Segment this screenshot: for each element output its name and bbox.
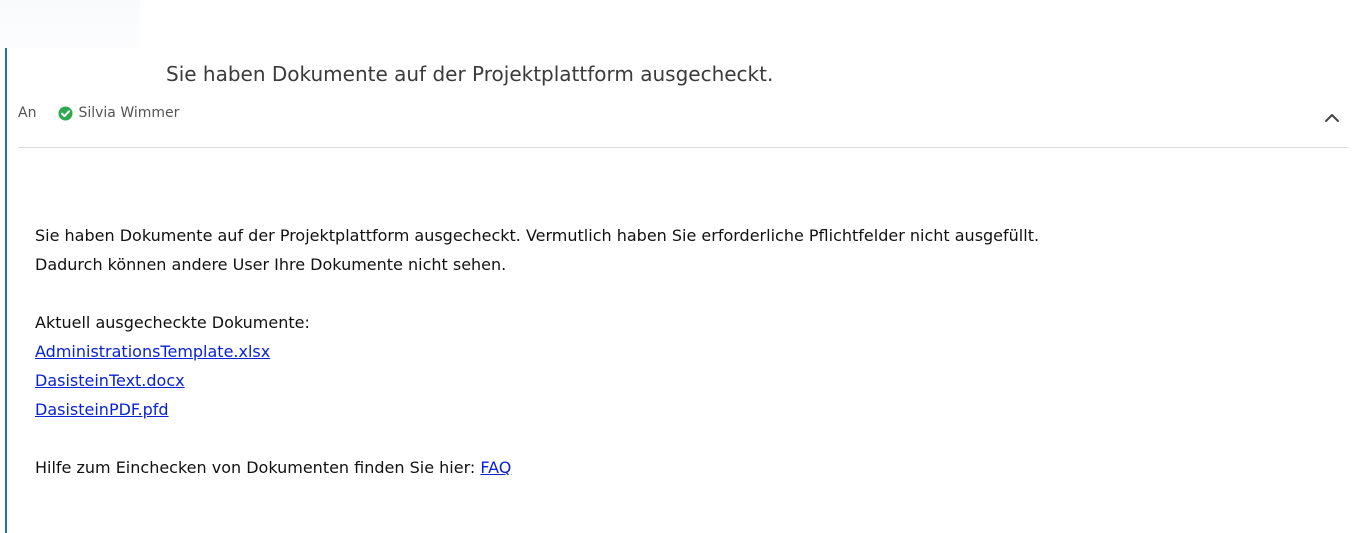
help-text: Hilfe zum Einchecken von Dokumenten find… <box>35 458 481 477</box>
faint-logo <box>0 0 140 48</box>
recipient-row: An Silvia Wimmer <box>18 104 179 122</box>
recipient-name[interactable]: Silvia Wimmer <box>78 105 179 121</box>
to-label: An <box>18 105 37 121</box>
reading-pane: Sie haben Dokumente auf der Projektplatt… <box>0 48 1358 533</box>
document-list-item: DasisteinText.docx <box>35 366 1325 395</box>
top-strip <box>0 0 1358 48</box>
check-circle-icon <box>58 106 73 121</box>
document-link[interactable]: DasisteinPDF.pfd <box>35 400 169 419</box>
selection-border <box>5 48 7 533</box>
faq-link[interactable]: FAQ <box>480 458 511 477</box>
header-divider <box>18 147 1348 148</box>
intro-line-1: Sie haben Dokumente auf der Projektplatt… <box>35 226 1040 245</box>
email-subject: Sie haben Dokumente auf der Projektplatt… <box>166 62 774 86</box>
help-line: Hilfe zum Einchecken von Dokumenten find… <box>35 453 1325 482</box>
document-list-item: DasisteinPDF.pfd <box>35 395 1325 424</box>
intro-line-2: Dadurch können andere User Ihre Dokument… <box>35 255 507 274</box>
chevron-up-icon <box>1323 111 1341 129</box>
document-list-heading: Aktuell ausgecheckte Dokumente: <box>35 313 310 332</box>
document-list-item: AdministrationsTemplate.xlsx <box>35 337 1325 366</box>
email-body: Sie haben Dokumente auf der Projektplatt… <box>35 221 1325 482</box>
document-link[interactable]: DasisteinText.docx <box>35 371 185 390</box>
collapse-header-button[interactable] <box>1320 110 1344 130</box>
document-link[interactable]: AdministrationsTemplate.xlsx <box>35 342 270 361</box>
